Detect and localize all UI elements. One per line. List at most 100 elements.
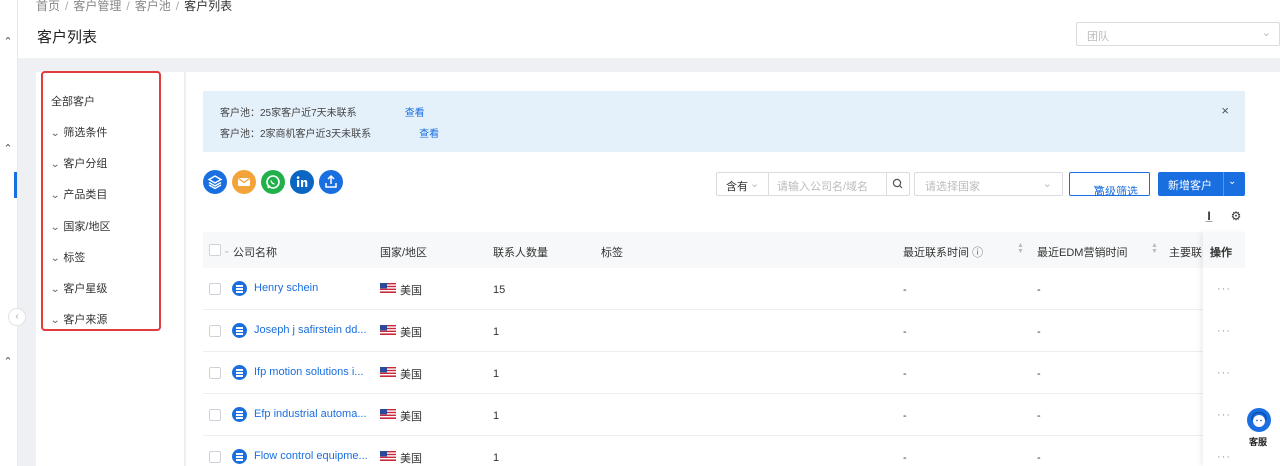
header-last-edm[interactable]: 最近EDM营销时间 [1037,244,1127,260]
table-header: ⌄ 公司名称 国家/地区 联系人数量 标签 最近联系时间 ⓘ ▲ ▼ 最近EDM营… [203,232,1245,268]
breadcrumb-customer-pool[interactable]: 客户池 [135,0,171,13]
notice-line-2: 客户池：2家商机客户近3天未联系 查看 [220,129,440,140]
company-name-link[interactable]: Henry schein [254,282,318,294]
country-cell: 美国 [400,411,422,423]
table-row: Efp industrial automa... 美国 1 - - [203,394,1245,436]
filter-customer-source[interactable]: ⌄ 客户来源 [50,311,107,327]
whatsapp-icon[interactable] [261,170,285,194]
last-edm-cell: - [1037,284,1041,296]
sort-icon[interactable]: ▲ ▼ [1151,242,1158,255]
row-checkbox[interactable] [209,325,221,337]
more-actions-button[interactable]: ··· [1217,283,1231,295]
upload-icon[interactable] [319,170,343,194]
more-actions-button[interactable]: ··· [1217,367,1231,379]
notice-line-1: 客户池：25家客户近7天未联系 查看 [220,108,425,119]
collapse-sidebar-button[interactable]: ‹ [8,308,26,326]
customer-service-widget[interactable]: 客服 [1245,408,1271,448]
country-cell: 美国 [400,369,422,381]
notice-view-link-1[interactable]: 查看 [405,108,425,119]
mail-icon[interactable] [232,170,256,194]
table-row: Flow control equipme... 美国 1 - - [203,436,1245,466]
company-name-link[interactable]: Flow control equipme... [254,450,368,462]
search-button[interactable] [886,172,910,196]
advanced-filter-button[interactable]: 高级筛选 ▽ [1069,172,1150,198]
company-name-link[interactable]: Joseph j safirstein dd... [254,324,367,336]
country-select[interactable]: 请选择国家 ⌄ [914,172,1063,196]
layers-icon[interactable] [203,170,227,194]
filter-all-customers[interactable]: 全部客户 [51,93,95,109]
info-icon: ⓘ [972,247,984,259]
notice-view-link-2[interactable]: 查看 [419,129,439,140]
text-height-icon[interactable]: I̲ [1202,209,1216,223]
close-icon[interactable]: × [1221,103,1229,118]
filter-customer-group[interactable]: ⌄ 客户分组 [50,155,107,171]
chevron-down-icon: ⌄ [50,222,61,233]
company-name-link[interactable]: Ifp motion solutions i... [254,366,363,378]
chevron-down-icon[interactable]: ⌄ [1228,176,1236,187]
last-contact-cell: - [903,284,907,296]
more-actions-button[interactable]: ··· [1217,451,1231,463]
filter-customer-star[interactable]: ⌄ 客户星级 [50,280,107,296]
chevron-down-icon: ⌄ [50,284,61,295]
company-icon [232,407,247,422]
operations-column: 操作 ··· ··· ··· ··· ··· [1203,232,1245,466]
company-icon [232,365,247,380]
select-all-checkbox[interactable] [209,244,221,256]
last-edm-cell: - [1037,410,1041,422]
gear-icon[interactable]: ⚙ [1229,209,1243,223]
sort-icon[interactable]: ▲ ▼ [1017,242,1024,255]
row-checkbox[interactable] [209,451,221,463]
contacts-count: 1 [493,410,500,422]
last-edm-cell: - [1037,326,1041,338]
row-checkbox[interactable] [209,367,221,379]
chevron-down-icon: ⌄ [1261,27,1271,39]
chevron-down-icon: ⌄ [50,190,61,201]
chevron-up-icon[interactable]: ⌃ [2,36,14,48]
team-select-placeholder: 团队 [1087,31,1109,43]
match-mode-value: 含有 [726,181,748,193]
active-nav-indicator [14,172,17,198]
filter-conditions[interactable]: ⌄ 筛选条件 [50,124,107,140]
notice-banner: 客户池：25家客户近7天未联系 查看 客户池：2家商机客户近3天未联系 查看 × [203,91,1245,152]
header-country: 国家/地区 [380,247,428,259]
header-company: 公司名称 [233,247,277,259]
last-edm-cell: - [1037,452,1041,464]
chevron-down-icon: ⌄ [50,159,61,170]
table-row: Henry schein 美国 15 - - [203,268,1245,310]
chevron-down-icon: ⌄ [50,128,61,139]
customer-table: ⌄ 公司名称 国家/地区 联系人数量 标签 最近联系时间 ⓘ ▲ ▼ 最近EDM营… [203,232,1245,466]
filter-product-category[interactable]: ⌄ 产品类目 [50,186,107,202]
header-last-contact[interactable]: 最近联系时间 ⓘ [903,244,983,260]
filter-icon: ▽ [1094,184,1103,196]
more-actions-button[interactable]: ··· [1217,325,1231,337]
add-customer-button[interactable]: 新增客户 ⌄ [1158,172,1245,196]
chevron-down-icon[interactable]: ⌄ [223,245,231,256]
match-mode-select[interactable]: 含有 ⌄ [716,172,768,196]
main-content: 客户池：25家客户近7天未联系 查看 客户池：2家商机客户近3天未联系 查看 × 含… [186,72,1280,466]
breadcrumb-customer-management[interactable]: 客户管理 [73,0,121,13]
row-checkbox[interactable] [209,283,221,295]
filter-panel: 全部客户 ⌄ 筛选条件 ⌄ 客户分组 ⌄ 产品类目 ⌄ 国家/地区 ⌄ 标签 ⌄ 客户星级 … [36,71,185,466]
chevron-up-icon[interactable]: ⌃ [2,356,14,368]
company-name-link[interactable]: Efp industrial automa... [254,408,367,420]
more-actions-button[interactable]: ··· [1217,409,1231,421]
row-checkbox[interactable] [209,409,221,421]
filter-tags[interactable]: ⌄ 标签 [50,249,85,265]
breadcrumb-current: 客户列表 [184,0,233,13]
last-contact-cell: - [903,368,907,380]
breadcrumb-home[interactable]: 首页 [36,0,60,13]
chevron-down-icon: ⌄ [50,253,61,264]
last-edm-cell: - [1037,368,1041,380]
last-contact-cell: - [903,452,907,464]
team-select[interactable]: 团队 ⌄ [1076,22,1280,46]
chevron-up-icon[interactable]: ⌃ [2,143,14,155]
country-cell: 美国 [400,285,422,297]
company-icon [232,323,247,338]
page-header: 首页 / 客户管理 / 客户池 / 客户列表 客户列表 团队 ⌄ [18,0,1280,58]
company-search-input[interactable]: 请输入公司名/域名 [768,172,887,196]
filter-country-region[interactable]: ⌄ 国家/地区 [50,218,110,234]
us-flag-icon [380,409,396,419]
country-cell: 美国 [400,453,422,465]
headset-icon [1247,408,1271,432]
linkedin-icon[interactable] [290,170,314,194]
